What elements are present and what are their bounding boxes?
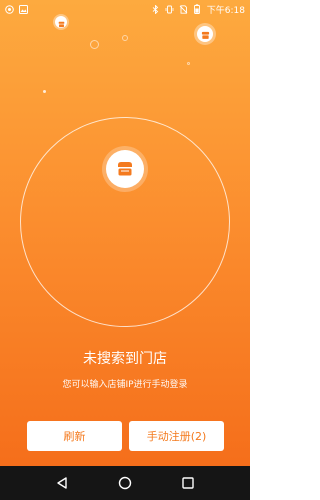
store-icon bbox=[118, 162, 132, 176]
page-title: 未搜索到门店 bbox=[83, 351, 167, 367]
store-marker bbox=[197, 26, 213, 42]
subtitle-hint: 您可以输入店铺IP进行手动登录 bbox=[62, 380, 188, 390]
refresh-button[interactable]: 刷新 bbox=[27, 421, 122, 451]
back-icon bbox=[56, 477, 67, 489]
battery-icon bbox=[193, 4, 202, 14]
decorative-dot bbox=[90, 40, 99, 49]
screen: 下午6:18 未搜索到门店 您可以输入店铺IP进行手动登录 刷新 手动注册(2) bbox=[0, 0, 250, 500]
app-icon bbox=[5, 4, 14, 14]
navigation-bar bbox=[0, 466, 250, 500]
home-icon bbox=[118, 476, 132, 490]
back-button[interactable] bbox=[52, 473, 72, 493]
radar-circle bbox=[20, 117, 230, 327]
decorative-dot bbox=[122, 35, 128, 41]
bluetooth-icon bbox=[151, 4, 160, 14]
center-store-icon bbox=[106, 150, 144, 188]
store-icon bbox=[201, 25, 210, 44]
store-icon bbox=[58, 13, 65, 32]
image-icon bbox=[19, 4, 28, 14]
home-button[interactable] bbox=[115, 473, 135, 493]
decorative-dot bbox=[43, 90, 46, 93]
recents-icon bbox=[182, 477, 195, 489]
manual-register-button[interactable]: 手动注册(2) bbox=[129, 421, 224, 451]
status-bar: 下午6:18 bbox=[0, 0, 250, 18]
manual-register-button-label: 手动注册(2) bbox=[146, 430, 207, 443]
store-marker bbox=[55, 16, 67, 28]
decorative-dot bbox=[187, 62, 190, 65]
no-sim-icon bbox=[179, 4, 188, 14]
refresh-button-label: 刷新 bbox=[63, 430, 86, 443]
recents-button[interactable] bbox=[178, 473, 198, 493]
status-time: 下午6:18 bbox=[206, 5, 245, 16]
vibrate-icon bbox=[165, 5, 174, 14]
